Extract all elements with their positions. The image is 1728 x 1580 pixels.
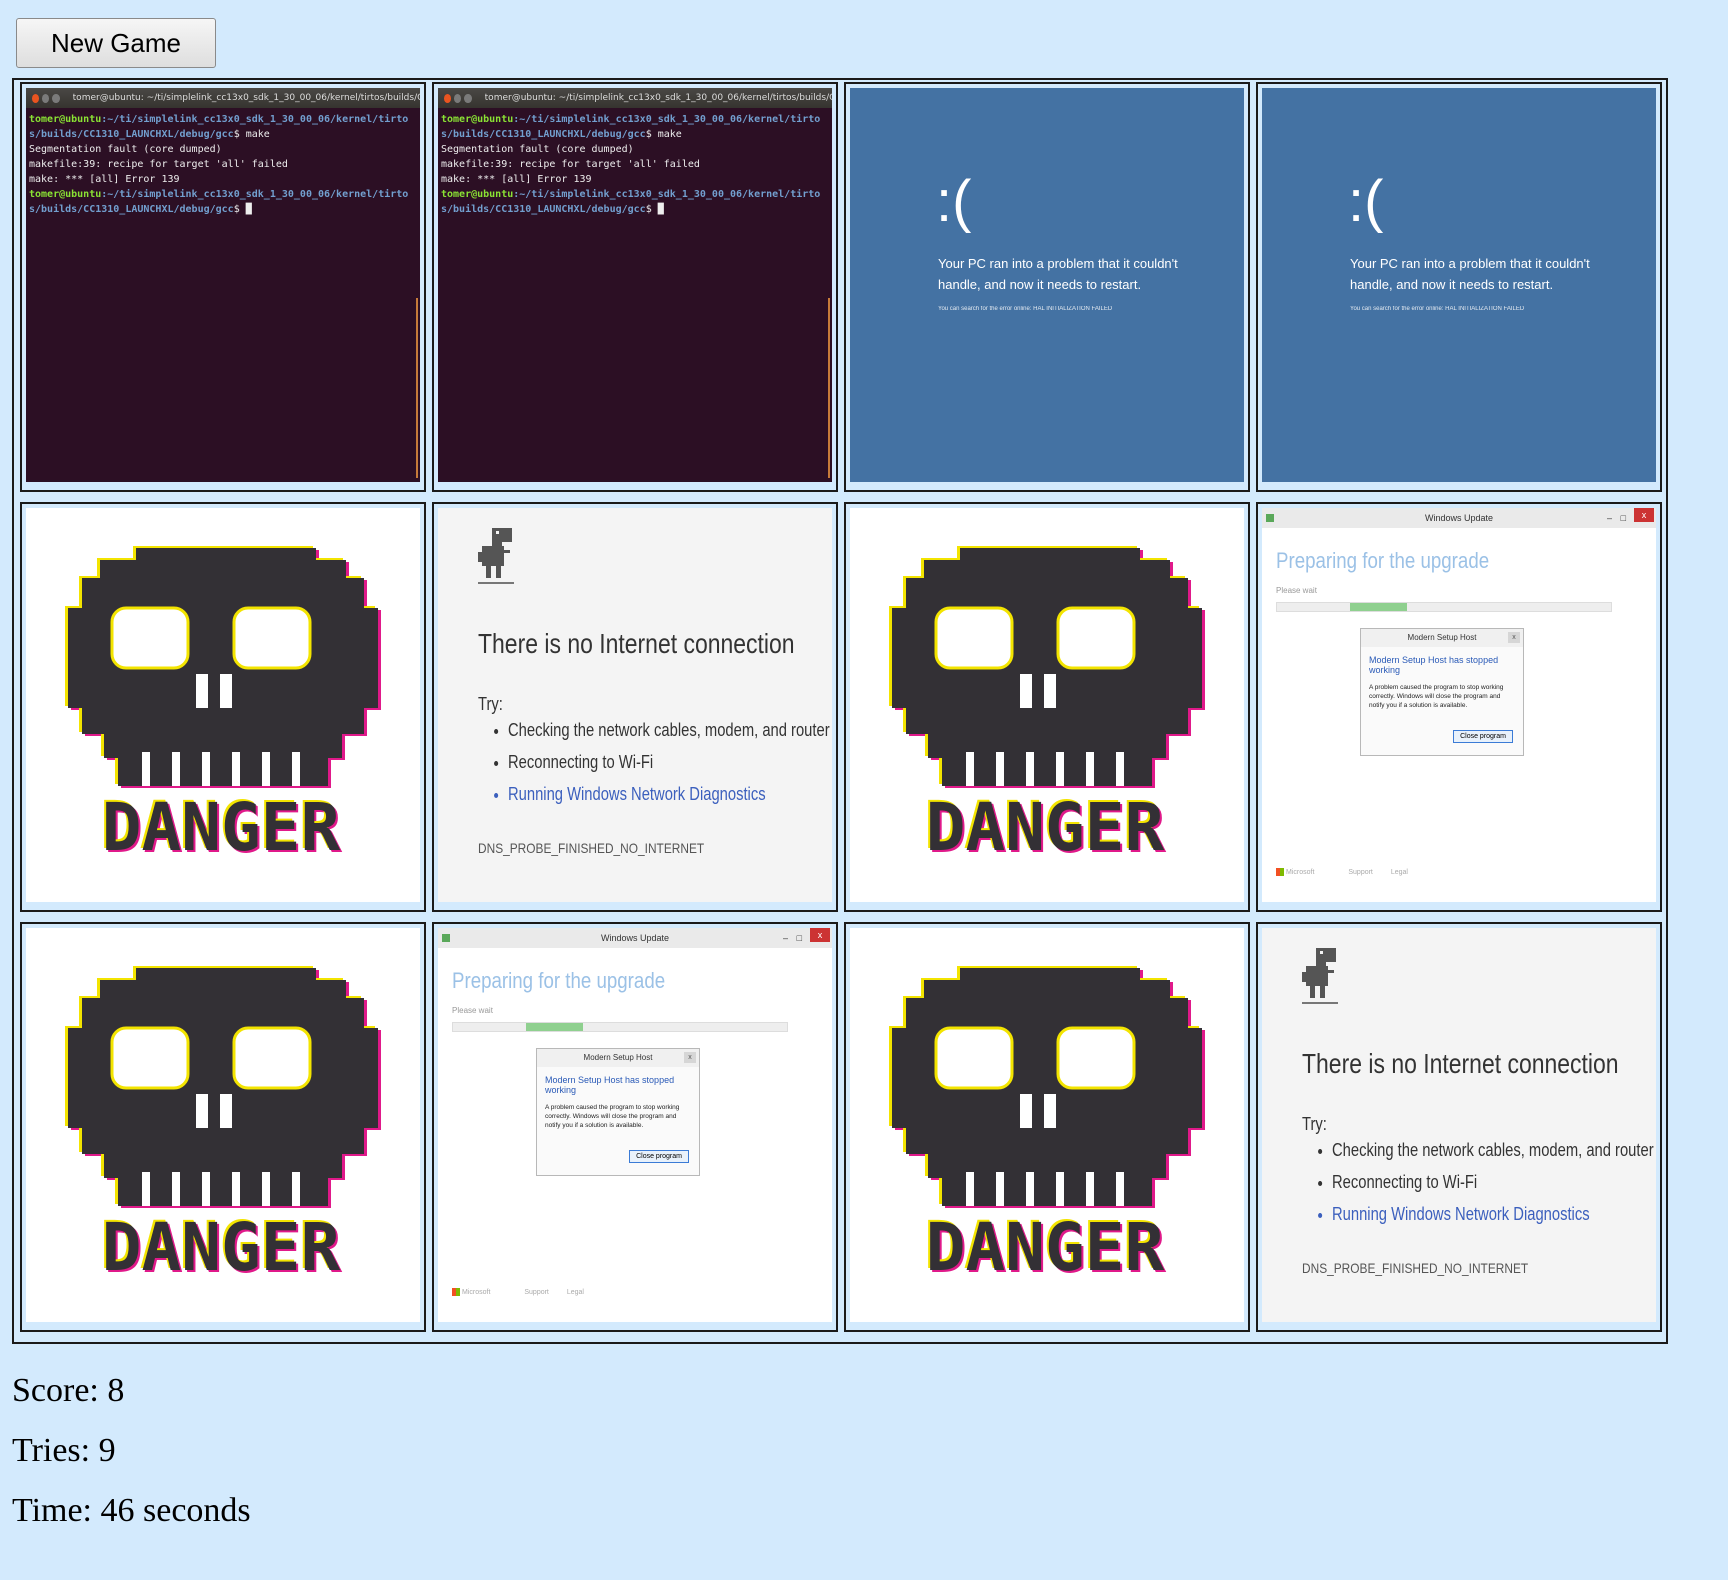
progress-bar [1276, 602, 1612, 612]
memory-card[interactable]: DANGER DANGER DANGER [20, 922, 426, 1332]
danger-text: DANGER [926, 1209, 1165, 1286]
close-program-button: Close program [1453, 730, 1513, 743]
terminal-error-image: tomer@ubuntu: ~/ti/simplelink_cc13x0_sdk… [438, 88, 832, 482]
terminal-title: tomer@ubuntu: ~/ti/simplelink_cc13x0_sdk… [484, 93, 832, 103]
bsod-stopcode: You can search for the error online: HAL… [938, 306, 1113, 312]
window-title: Windows Update [600, 933, 670, 943]
memory-card[interactable]: DANGER DANGER DANGER [844, 502, 1250, 912]
window-title: Windows Update [1424, 513, 1494, 523]
memory-card[interactable]: There is no Internet connection Try: Che… [1256, 922, 1662, 1332]
no-internet-image: There is no Internet connection Try: Che… [438, 508, 832, 902]
game-board: tomer@ubuntu: ~/ti/simplelink_cc13x0_sdk… [12, 78, 1668, 1344]
skull-icon: DANGER DANGER DANGER [65, 546, 381, 868]
danger-skull-image: DANGER DANGER DANGER [26, 508, 420, 902]
bsod-message: Your PC ran into a problem that it could… [938, 256, 1178, 292]
memory-card[interactable]: tomer@ubuntu: ~/ti/simplelink_cc13x0_sdk… [20, 82, 426, 492]
close-icon: x [1634, 508, 1654, 522]
sad-face: :( [936, 169, 972, 234]
suggestions-list: Checking the network cables, modem, and … [1296, 1134, 1656, 1230]
no-internet-image: There is no Internet connection Try: Che… [1262, 928, 1656, 1322]
windows-update-error-image: Windows Update – □ x Preparing for the u… [438, 928, 832, 1322]
bsod-image: :( Your PC ran into a problem that it co… [1262, 88, 1656, 482]
try-label: Try: [1302, 1114, 1327, 1134]
no-internet-headline: There is no Internet connection [1302, 1048, 1619, 1079]
danger-text: DANGER [102, 789, 341, 866]
error-code: DNS_PROBE_FINISHED_NO_INTERNET [1302, 1260, 1529, 1276]
error-dialog: Modern Setup Host x Modern Setup Host has… [1360, 628, 1524, 756]
tries-label: Tries: 9 [12, 1432, 116, 1469]
dinosaur-icon [1302, 948, 1338, 1004]
bsod-message: Your PC ran into a problem that it could… [1350, 256, 1590, 292]
memory-card[interactable]: Windows Update – □ x Preparing for the u… [1256, 502, 1662, 912]
skull-icon: DANGER DANGER DANGER [889, 546, 1205, 868]
error-code: DNS_PROBE_FINISHED_NO_INTERNET [478, 840, 705, 856]
close-icon: x [810, 928, 830, 942]
memory-card[interactable]: Windows Update – □ x Preparing for the u… [432, 922, 838, 1332]
memory-card[interactable]: There is no Internet connection Try: Che… [432, 502, 838, 912]
windows-update-error-image: Windows Update – □ x Preparing for the u… [1262, 508, 1656, 902]
danger-text: DANGER [102, 1209, 341, 1286]
terminal-error-image: tomer@ubuntu: ~/ti/simplelink_cc13x0_sdk… [26, 88, 420, 482]
danger-skull-image: DANGER DANGER DANGER [850, 508, 1244, 902]
sad-face: :( [1348, 169, 1384, 234]
skull-icon: DANGER DANGER DANGER [65, 966, 381, 1288]
time-label: Time: 46 seconds [12, 1492, 251, 1529]
bsod-stopcode: You can search for the error online: HAL… [1350, 306, 1525, 312]
terminal-title: tomer@ubuntu: ~/ti/simplelink_cc13x0_sdk… [72, 93, 420, 103]
memory-card[interactable]: DANGER DANGER DANGER [844, 922, 1250, 1332]
upgrade-heading: Preparing for the upgrade [1276, 548, 1490, 573]
memory-card[interactable]: :( Your PC ran into a problem that it co… [844, 82, 1250, 492]
memory-card[interactable]: DANGER DANGER DANGER [20, 502, 426, 912]
footer-links: Microsoft Support Legal [452, 1288, 600, 1296]
memory-card[interactable]: tomer@ubuntu: ~/ti/simplelink_cc13x0_sdk… [432, 82, 838, 492]
terminal-output: tomer@ubuntu:~/ti/simplelink_cc13x0_sdk_… [441, 114, 821, 215]
suggestions-list: Checking the network cables, modem, and … [472, 714, 832, 810]
danger-text: DANGER [926, 789, 1165, 866]
score-label: Score: 8 [12, 1372, 125, 1409]
error-dialog: Modern Setup Host x Modern Setup Host has… [536, 1048, 700, 1176]
no-internet-headline: There is no Internet connection [478, 628, 795, 659]
footer-links: Microsoft Support Legal [1276, 868, 1424, 876]
please-wait-label: Please wait [452, 1006, 493, 1015]
terminal-output: tomer@ubuntu:~/ti/simplelink_cc13x0_sdk_… [29, 114, 409, 215]
please-wait-label: Please wait [1276, 586, 1317, 595]
new-game-button[interactable]: New Game [16, 18, 216, 68]
danger-skull-image: DANGER DANGER DANGER [26, 928, 420, 1322]
upgrade-heading: Preparing for the upgrade [452, 968, 666, 993]
skull-icon: DANGER DANGER DANGER [889, 966, 1205, 1288]
dinosaur-icon [478, 528, 514, 584]
try-label: Try: [478, 694, 503, 714]
close-program-button: Close program [629, 1150, 689, 1163]
progress-bar [452, 1022, 788, 1032]
memory-card[interactable]: :( Your PC ran into a problem that it co… [1256, 82, 1662, 492]
danger-skull-image: DANGER DANGER DANGER [850, 928, 1244, 1322]
bsod-image: :( Your PC ran into a problem that it co… [850, 88, 1244, 482]
